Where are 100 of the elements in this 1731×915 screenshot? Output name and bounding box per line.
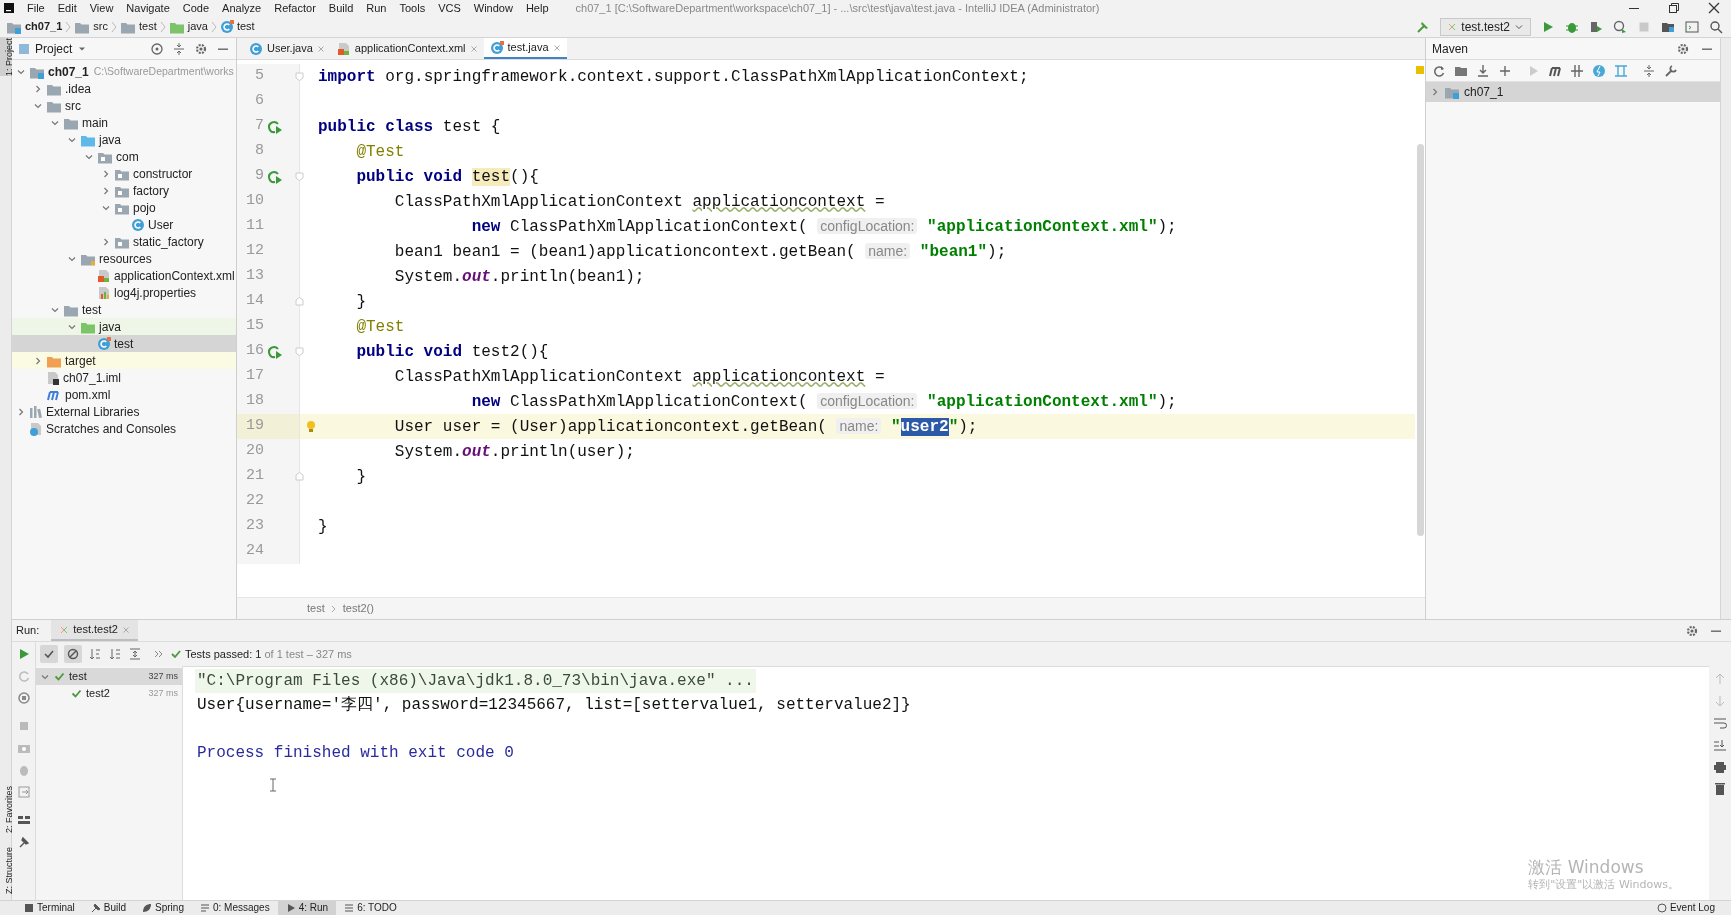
- settings-icon[interactable]: [1676, 41, 1690, 56]
- run-tab[interactable]: test.test2: [51, 620, 138, 641]
- lightning-icon[interactable]: [1592, 63, 1606, 78]
- wrench-icon[interactable]: [1664, 63, 1678, 78]
- chevron-right-icon[interactable]: [1430, 87, 1440, 97]
- side-tab[interactable]: Z: Structure: [0, 847, 11, 894]
- breadcrumb[interactable]: test: [217, 18, 257, 35]
- tree-item[interactable]: applicationContext.xml: [12, 267, 236, 284]
- menu-item[interactable]: Navigate: [126, 0, 170, 17]
- side-tab[interactable]: 2: Favorites: [0, 785, 11, 833]
- fold-marker-icon[interactable]: [295, 297, 304, 306]
- chevron-right-icon[interactable]: [101, 168, 111, 179]
- tool-window-tab[interactable]: Terminal: [16, 901, 83, 915]
- run-gutter-icon[interactable]: [267, 169, 283, 184]
- download-icon[interactable]: [1476, 63, 1490, 78]
- tree-item[interactable]: java: [12, 131, 236, 148]
- hammer-icon[interactable]: [1416, 19, 1431, 34]
- toggle-icon[interactable]: [16, 691, 31, 705]
- tree-item[interactable]: resources: [12, 250, 236, 267]
- tool-window-tab[interactable]: Build: [82, 901, 135, 915]
- show-dependencies-icon[interactable]: [1614, 63, 1628, 78]
- layout-icon[interactable]: [16, 813, 31, 827]
- menu-item[interactable]: Code: [182, 0, 210, 17]
- tree-item[interactable]: pojo: [12, 199, 236, 216]
- tool-window-tab[interactable]: 6: TODO: [336, 901, 405, 915]
- menu-item[interactable]: Run: [366, 0, 387, 17]
- show-ignored-toggle[interactable]: [64, 645, 82, 663]
- menu-item[interactable]: Build: [328, 0, 354, 17]
- menu-item[interactable]: VCS: [438, 0, 461, 17]
- tree-item[interactable]: Scratches and Consoles: [12, 420, 236, 437]
- fold-marker-icon[interactable]: [295, 347, 304, 356]
- restore-icon[interactable]: [1667, 1, 1681, 15]
- menu-item[interactable]: View: [89, 0, 114, 17]
- coverage-icon[interactable]: [1589, 19, 1603, 34]
- scroll-to-end-icon[interactable]: [1713, 738, 1727, 752]
- editor-tab[interactable]: applicationContext.xml: [330, 38, 484, 59]
- event-log-button[interactable]: Event Log: [1656, 901, 1715, 915]
- breadcrumb[interactable]: java: [166, 18, 210, 35]
- tree-item[interactable]: External Libraries: [12, 403, 236, 420]
- fold-marker-icon[interactable]: [295, 172, 304, 181]
- trash-icon[interactable]: [1713, 782, 1727, 796]
- run-gutter-icon[interactable]: [267, 344, 283, 359]
- run-icon[interactable]: [1541, 19, 1555, 34]
- collapse-icon[interactable]: [172, 41, 186, 56]
- scrollbar[interactable]: [1416, 144, 1424, 536]
- fold-marker-icon[interactable]: [295, 472, 304, 481]
- search-icon[interactable]: [1709, 19, 1723, 34]
- crosshair-icon[interactable]: [150, 41, 164, 56]
- tree-item[interactable]: factory: [12, 182, 236, 199]
- tree-item[interactable]: User: [12, 216, 236, 233]
- tool-window-tab[interactable]: 4: Run: [277, 901, 337, 915]
- refresh-icon[interactable]: [1432, 63, 1446, 78]
- close-icon[interactable]: [1707, 1, 1721, 15]
- run-gutter-icon[interactable]: [267, 119, 283, 134]
- editor-tab[interactable]: test.java: [483, 38, 567, 59]
- chevron-right-icon[interactable]: [101, 236, 111, 247]
- breadcrumb[interactable]: test2(): [342, 600, 374, 617]
- breadcrumb[interactable]: test: [307, 600, 325, 617]
- tree-item[interactable]: ch07_1: [1426, 82, 1720, 102]
- tree-item[interactable]: test: [12, 301, 236, 318]
- print-icon[interactable]: [1713, 760, 1727, 774]
- editor-tab[interactable]: User.java: [243, 38, 331, 59]
- show-passed-toggle[interactable]: [40, 645, 58, 663]
- fold-marker-icon[interactable]: [295, 72, 304, 81]
- tree-item[interactable]: log4j.properties: [12, 284, 236, 301]
- breadcrumb[interactable]: ch07_1: [4, 18, 65, 35]
- tree-item[interactable]: src: [12, 97, 236, 114]
- lightbulb-icon[interactable]: [306, 419, 316, 434]
- menu-item[interactable]: Refactor: [274, 0, 316, 17]
- tree-item[interactable]: static_factory: [12, 233, 236, 250]
- settings-icon[interactable]: [194, 41, 208, 56]
- menu-item[interactable]: Analyze: [222, 0, 262, 17]
- tree-item[interactable]: test: [12, 335, 236, 352]
- more-icon[interactable]: [154, 649, 164, 659]
- tree-item[interactable]: .idea: [12, 80, 236, 97]
- soft-wrap-icon[interactable]: [1713, 716, 1727, 730]
- tree-item[interactable]: main: [12, 114, 236, 131]
- menu-item[interactable]: Help: [525, 0, 549, 17]
- tree-item[interactable]: ch07_1 C:\SoftwareDepartment\works: [12, 63, 236, 80]
- expand-all-icon[interactable]: [128, 647, 142, 661]
- chevron-right-icon[interactable]: [33, 83, 43, 94]
- plus-icon[interactable]: [1498, 63, 1512, 78]
- menu-item[interactable]: Tools: [399, 0, 426, 17]
- tool-window-tab[interactable]: Spring: [134, 901, 192, 915]
- chevron-right-icon[interactable]: [101, 185, 111, 196]
- tree-item[interactable]: pom.xml: [12, 386, 236, 403]
- tool-window-tab[interactable]: 0: Messages: [191, 901, 278, 915]
- up-arrow-icon[interactable]: [1713, 672, 1727, 686]
- exit-icon[interactable]: [16, 785, 31, 799]
- collapse-icon[interactable]: [1642, 63, 1656, 78]
- menu-item[interactable]: Edit: [57, 0, 77, 17]
- sort-alpha-icon[interactable]: [88, 647, 102, 661]
- breadcrumb[interactable]: test: [118, 18, 159, 35]
- rerun-icon[interactable]: [16, 669, 31, 683]
- menu-item[interactable]: File: [27, 0, 45, 17]
- run-config-dropdown[interactable]: test.test2: [1440, 17, 1531, 36]
- breadcrumb[interactable]: src: [72, 18, 110, 35]
- tree-item[interactable]: ch07_1.iml: [12, 369, 236, 386]
- chevron-right-icon[interactable]: [16, 406, 26, 417]
- panel-title[interactable]: Project: [35, 39, 73, 58]
